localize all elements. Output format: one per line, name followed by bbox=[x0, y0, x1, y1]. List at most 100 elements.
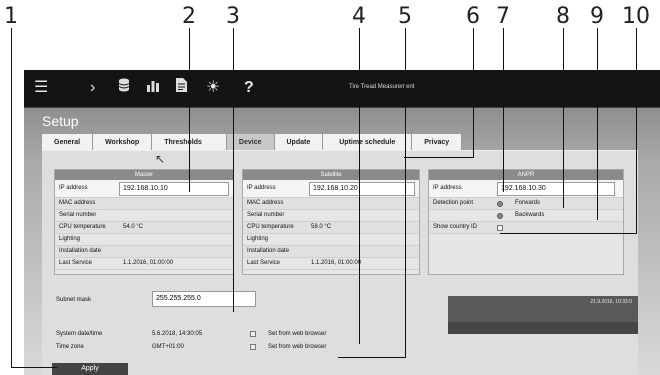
menu-icon[interactable]: ☰ bbox=[34, 78, 48, 98]
cpu-label: CPU temperature bbox=[59, 224, 106, 230]
country-label: Show country ID bbox=[433, 224, 478, 230]
detection-row: Detection point Forwards bbox=[429, 198, 623, 210]
service-label: Last Service bbox=[59, 260, 93, 266]
forwards-radio[interactable] bbox=[497, 201, 503, 207]
timezone-value: GMT+01:00 bbox=[152, 344, 184, 350]
timezone-browser-label: Set from web browser bbox=[268, 344, 327, 350]
detection-label: Detection point bbox=[433, 200, 474, 206]
leader-1h bbox=[11, 367, 57, 368]
master-panel: Master IP address 192.168.10.10 MAC addr… bbox=[54, 169, 234, 275]
serial-label: Serial number bbox=[59, 212, 97, 218]
top-toolbar: ☰ › ☀ ? Tire Tread Measurement bbox=[24, 70, 660, 108]
leader-1 bbox=[11, 28, 12, 368]
backwards-radio[interactable] bbox=[497, 213, 503, 219]
tab-bar: General Workshop Thresholds Device Updat… bbox=[42, 134, 463, 150]
install-row: Installation date bbox=[55, 246, 233, 258]
install-row: Installation date bbox=[243, 246, 419, 258]
serial-row: Serial number bbox=[55, 210, 233, 222]
document-icon[interactable] bbox=[176, 78, 187, 98]
service-row: Last Service 1.1.2016, 01:00:00 bbox=[243, 258, 419, 270]
tab-workshop[interactable]: Workshop bbox=[93, 134, 153, 150]
satellite-ip-input[interactable]: 192.168.10.20 bbox=[309, 182, 415, 196]
tab-privacy[interactable]: Privacy bbox=[412, 134, 463, 150]
panel-title: Master bbox=[55, 170, 233, 180]
tab-device[interactable]: Device bbox=[226, 134, 275, 150]
chevron-right-icon[interactable]: › bbox=[90, 78, 95, 98]
install-label: Installation date bbox=[247, 248, 290, 254]
leader-6h bbox=[404, 157, 474, 158]
mac-label: MAC address bbox=[59, 200, 96, 206]
tab-update[interactable]: Update bbox=[274, 134, 324, 150]
cpu-row: CPU temperature 54.0 °C bbox=[55, 222, 233, 234]
leader-2 bbox=[189, 28, 190, 192]
panel-title: Satellite bbox=[243, 170, 419, 180]
ip-label: IP address bbox=[247, 185, 276, 191]
camera-preview: 21.9.2016, 10:33:0 bbox=[448, 296, 638, 334]
leader-8 bbox=[563, 28, 564, 208]
master-ip-input[interactable]: 192.168.10.10 bbox=[119, 182, 229, 196]
help-icon[interactable]: ? bbox=[244, 78, 254, 98]
bar-chart-icon[interactable] bbox=[146, 78, 160, 98]
ip-row: IP address 192.168.10.20 bbox=[243, 180, 419, 198]
forwards-label: Forwards bbox=[515, 200, 541, 206]
ip-row: IP address 192.168.10.30 bbox=[429, 180, 623, 198]
leader-10 bbox=[636, 28, 637, 234]
callout-5: 5 bbox=[398, 4, 412, 29]
device-card: Master IP address 192.168.10.10 MAC addr… bbox=[42, 150, 638, 375]
ip-row: IP address 192.168.10.10 bbox=[55, 180, 233, 198]
mac-row: MAC address bbox=[55, 198, 233, 210]
callout-7: 7 bbox=[496, 4, 510, 29]
serial-label: Serial number bbox=[247, 212, 285, 218]
leader-4 bbox=[359, 28, 360, 344]
mac-label: MAC address bbox=[247, 200, 284, 206]
subnet-mask-input[interactable]: 255.255.255.0 bbox=[152, 291, 256, 307]
backwards-label: Backwards bbox=[515, 212, 545, 218]
datetime-label: System date/time bbox=[56, 331, 103, 337]
cpu-value: 58.0 °C bbox=[311, 224, 332, 230]
sun-icon[interactable]: ☀ bbox=[206, 78, 220, 98]
timezone-browser-checkbox[interactable] bbox=[250, 344, 256, 350]
preview-stripe bbox=[448, 322, 638, 334]
satellite-panel: Satellite IP address 192.168.10.20 MAC a… bbox=[242, 169, 420, 275]
mouse-cursor-icon: ↖ bbox=[155, 152, 166, 166]
anpr-panel: ANPR IP address 192.168.10.30 Detection … bbox=[428, 169, 624, 275]
lighting-label: Lighting bbox=[59, 236, 81, 242]
leader-7 bbox=[503, 28, 504, 192]
subnet-label: Subnet mask bbox=[56, 297, 92, 303]
leader-10h bbox=[500, 233, 637, 234]
service-label: Last Service bbox=[247, 260, 281, 266]
service-row: Last Service 1.1.2016, 01:00:00 bbox=[55, 258, 233, 270]
backwards-row: Backwards bbox=[429, 210, 623, 222]
lighting-row: Lighting bbox=[55, 234, 233, 246]
apply-button[interactable]: Apply bbox=[52, 363, 128, 375]
callout-9: 9 bbox=[590, 4, 604, 29]
leader-5h bbox=[338, 357, 406, 358]
mac-row: MAC address bbox=[243, 198, 419, 210]
lighting-label: Lighting bbox=[247, 236, 269, 242]
leader-9 bbox=[597, 28, 598, 220]
service-value: 1.1.2016, 01:00:00 bbox=[311, 260, 362, 266]
database-icon[interactable] bbox=[118, 78, 130, 98]
country-checkbox[interactable] bbox=[497, 225, 503, 231]
leader-3 bbox=[233, 28, 234, 312]
leader-5 bbox=[405, 28, 406, 358]
callout-10: 10 bbox=[622, 4, 650, 29]
ip-label: IP address bbox=[59, 185, 88, 191]
callout-1: 1 bbox=[4, 4, 18, 29]
lighting-row: Lighting bbox=[243, 234, 419, 246]
datetime-browser-label: Set from web browser bbox=[268, 331, 327, 337]
callout-2: 2 bbox=[182, 4, 196, 29]
tab-general[interactable]: General bbox=[42, 134, 94, 150]
page-title: Setup bbox=[42, 113, 79, 129]
callout-8: 8 bbox=[556, 4, 570, 29]
leader-6 bbox=[473, 28, 474, 158]
datetime-browser-checkbox[interactable] bbox=[250, 331, 256, 337]
ip-label: IP address bbox=[433, 185, 462, 191]
tab-uptime-schedule[interactable]: Uptime schedule bbox=[323, 134, 413, 150]
install-label: Installation date bbox=[59, 248, 102, 254]
timezone-label: Time zone bbox=[56, 344, 84, 350]
serial-row: Serial number bbox=[243, 210, 419, 222]
callout-4: 4 bbox=[352, 4, 366, 29]
datetime-value: 5.6.2018, 14:30:05 bbox=[152, 331, 203, 337]
callout-3: 3 bbox=[226, 4, 240, 29]
